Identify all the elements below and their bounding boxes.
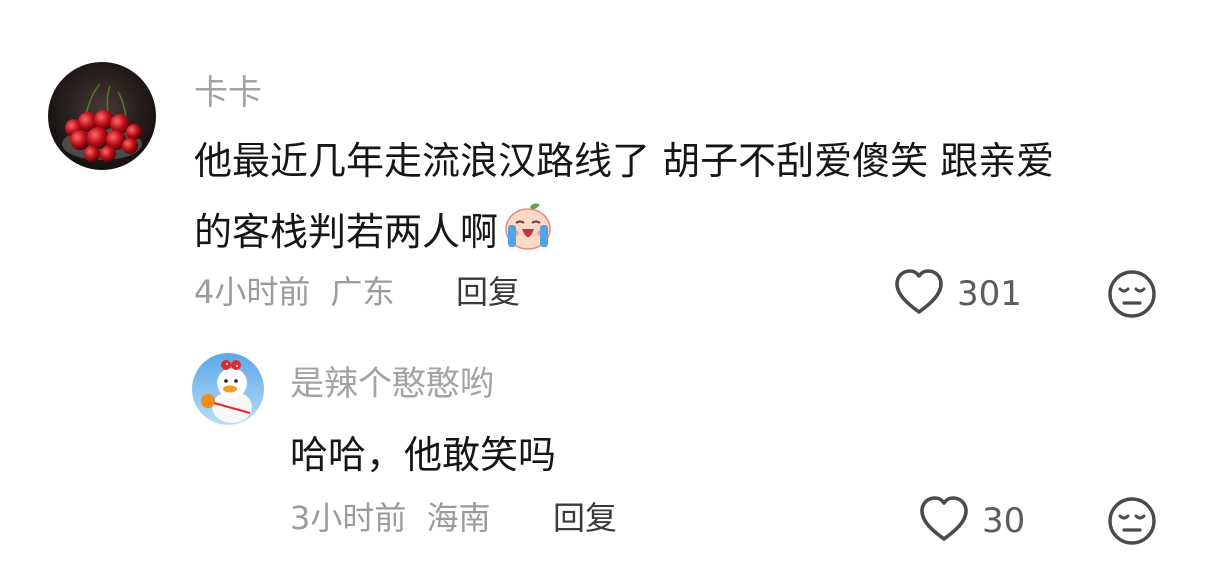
like-button[interactable]: 301: [893, 268, 1022, 320]
comment-text-line-1: 他最近几年走流浪汉路线了 胡子不刮爱傻笑 跟亲爱: [194, 139, 1055, 183]
like-count-2: 30: [982, 501, 1026, 541]
comment-username[interactable]: 卡卡: [194, 71, 262, 115]
reply-location: 海南: [426, 499, 491, 537]
comment-text-line-2-text: 的客栈判若两人啊: [194, 210, 499, 254]
dislike-button[interactable]: [1106, 268, 1158, 324]
reply-username[interactable]: 是辣个憨憨哟: [290, 362, 494, 406]
avatar-cherries[interactable]: [48, 62, 156, 170]
reply-meta: 3小时前 海南: [290, 496, 491, 540]
crying-face-emoji-icon: [500, 199, 554, 272]
unamused-face-icon: [1106, 497, 1158, 551]
like-count: 301: [957, 274, 1022, 314]
comment-text-line-2: 的客栈判若两人啊: [194, 199, 554, 272]
unamused-face-icon: [1106, 270, 1158, 324]
dislike-button-2[interactable]: [1106, 495, 1158, 551]
comment-meta: 4小时前 广东: [194, 270, 395, 314]
comment-thread: 卡卡 他最近几年走流浪汉路线了 胡子不刮爱傻笑 跟亲爱 的客栈判若两人啊 4小时…: [0, 0, 1206, 579]
reply-button-2[interactable]: 回复: [553, 496, 617, 540]
avatar-duck[interactable]: [192, 353, 264, 425]
like-button-2[interactable]: 30: [918, 495, 1025, 547]
reply-text: 哈哈，他敢笑吗: [290, 433, 557, 477]
comment-location: 广东: [330, 273, 395, 311]
comment-time: 4小时前: [194, 273, 311, 311]
heart-icon: [893, 268, 945, 320]
heart-icon: [918, 495, 970, 547]
reply-button[interactable]: 回复: [456, 270, 520, 314]
reply-time: 3小时前: [290, 499, 407, 537]
